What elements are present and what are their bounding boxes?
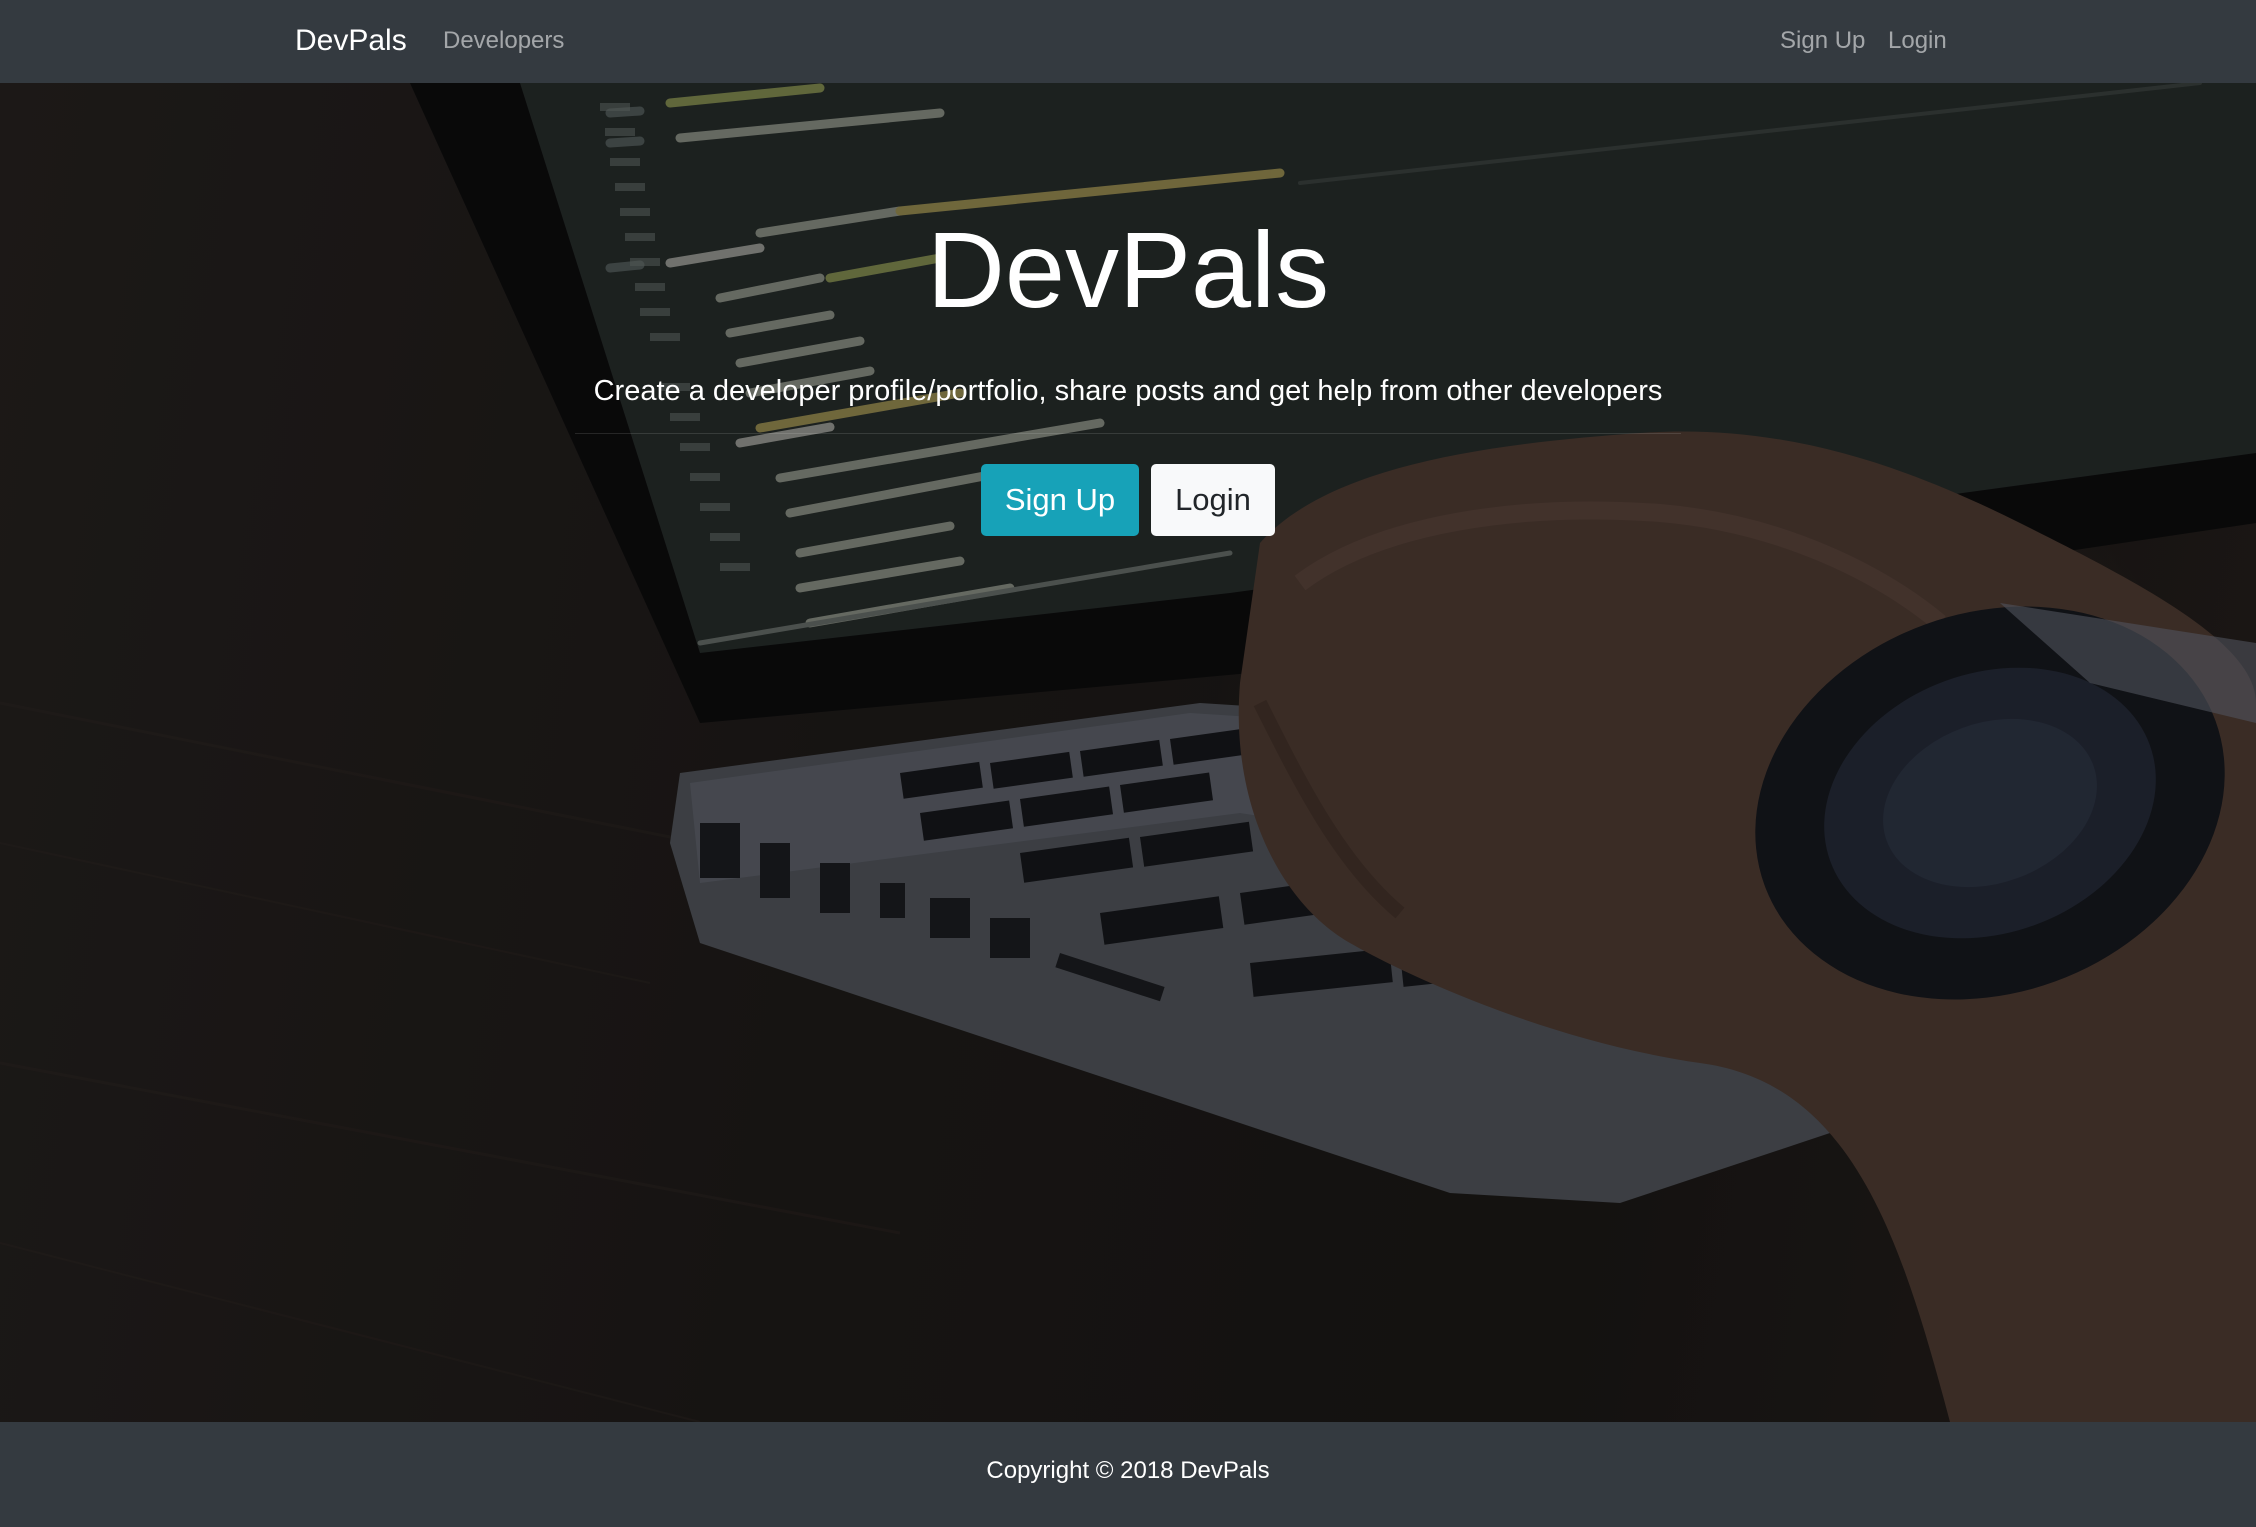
navbar: DevPals Developers Sign Up Login [0,0,2256,83]
signup-button[interactable]: Sign Up [981,464,1139,536]
landing-hero: DevPals Create a developer profile/portf… [0,83,2256,1422]
divider [575,433,1681,434]
nav-login-link[interactable]: Login [1888,24,1947,58]
nav-developers-link[interactable]: Developers [443,24,564,58]
nav-signup-link[interactable]: Sign Up [1780,24,1865,58]
hero-lead-text: Create a developer profile/portfolio, sh… [593,375,1663,407]
footer-copyright: Copyright © 2018 DevPals [986,1457,1270,1484]
footer: Copyright © 2018 DevPals [0,1422,2256,1527]
hero-title: DevPals [926,209,1330,330]
brand-link[interactable]: DevPals [295,21,407,61]
login-button[interactable]: Login [1151,464,1275,536]
